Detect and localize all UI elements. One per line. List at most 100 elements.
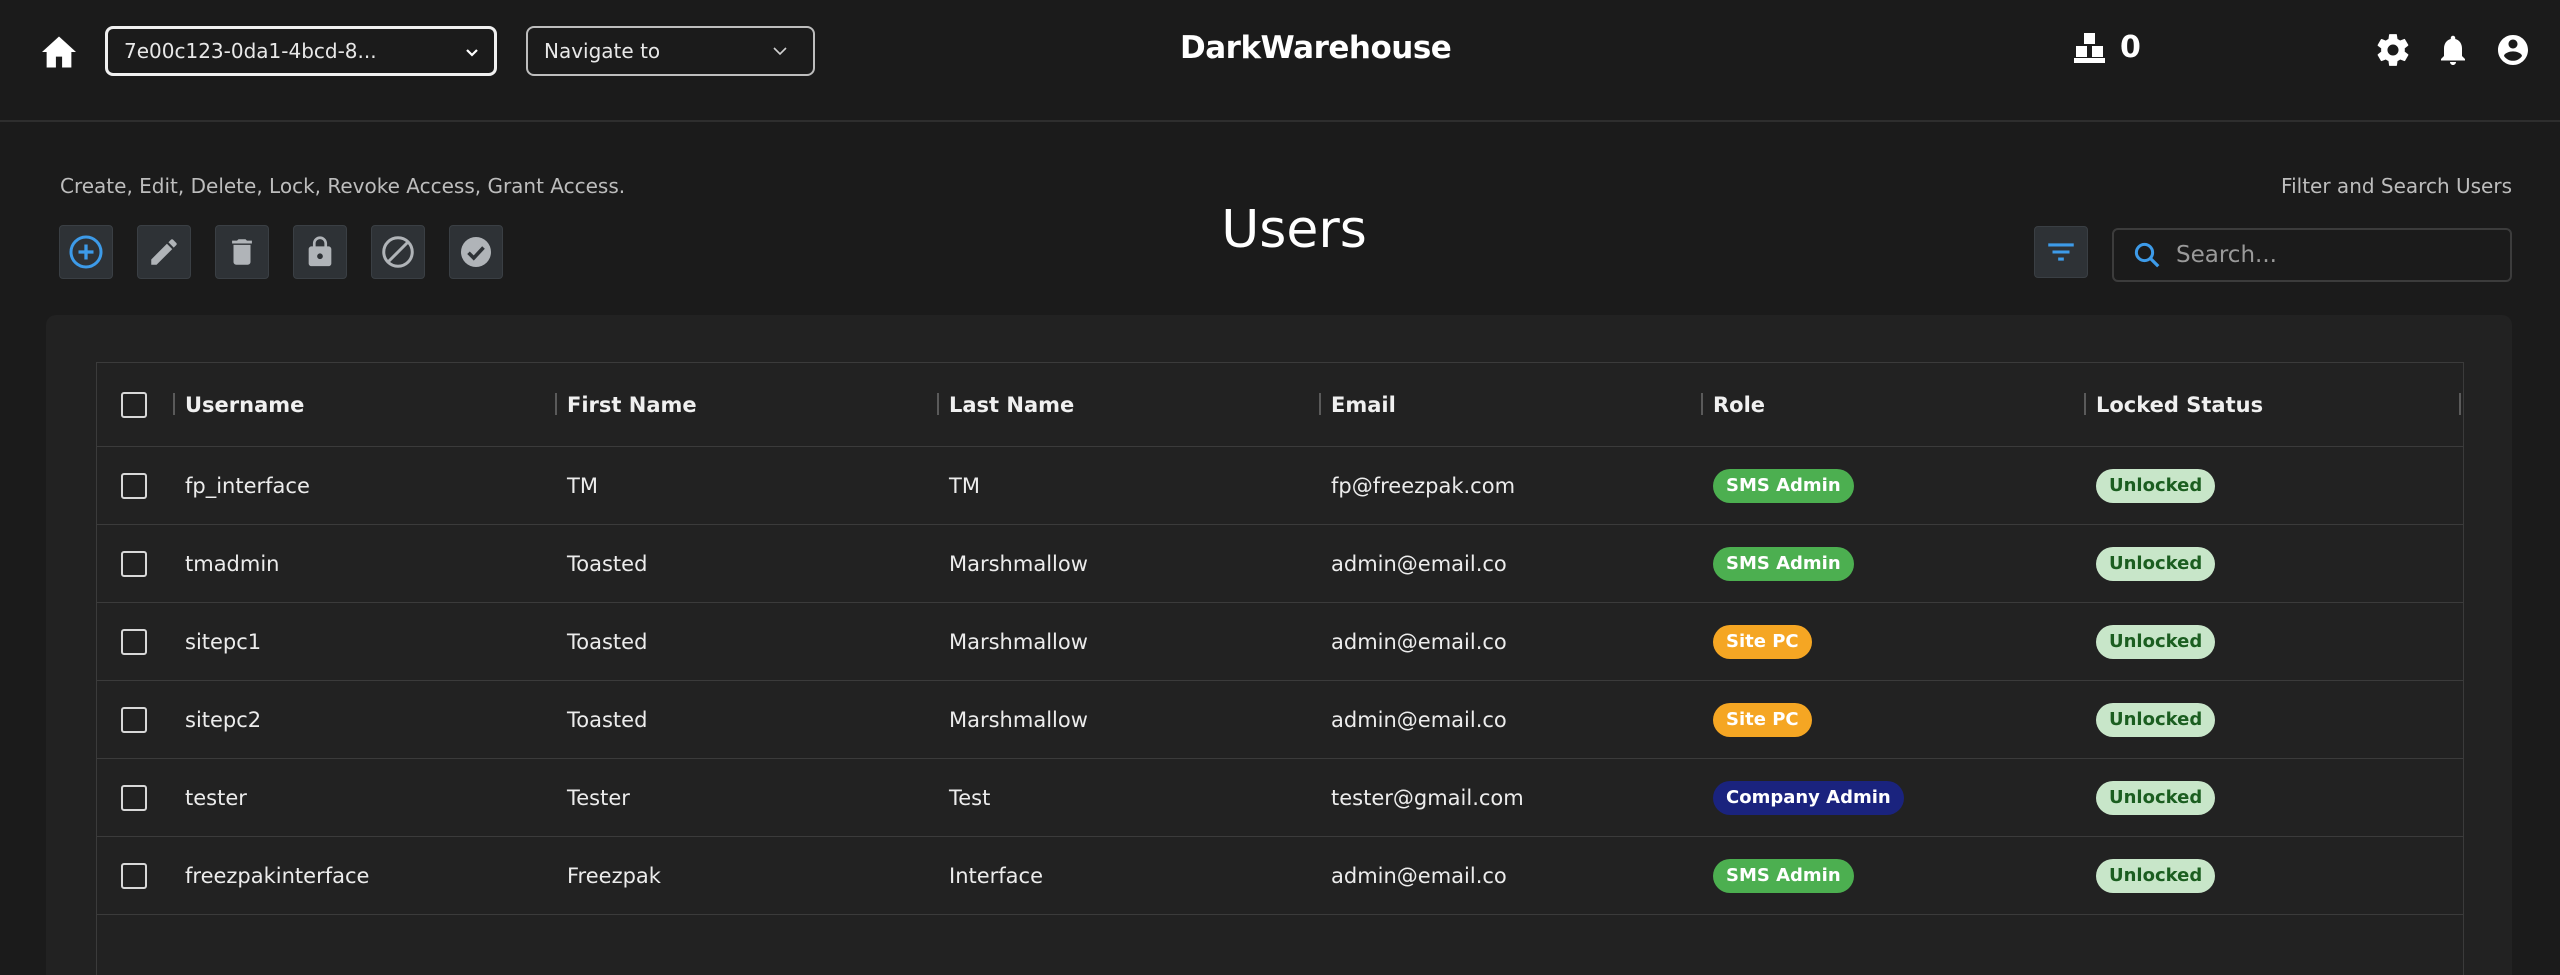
create-user-button[interactable] [59,225,113,279]
table-row[interactable]: sitepc2 Toasted Marshmallow admin@email.… [97,681,2463,759]
cell-first-name: Toasted [567,552,648,576]
column-header-username[interactable]: Username [173,363,304,447]
home-button[interactable] [38,34,80,70]
status-badge: Unlocked [2096,547,2216,581]
lock-icon [308,236,332,267]
cell-username: freezpakinterface [185,864,370,888]
role-badge: SMS Admin [1713,469,1854,503]
status-badge: Unlocked [2096,703,2216,737]
cell-role: Site PC [1713,603,1812,681]
cell-locked-status: Unlocked [2096,681,2216,759]
role-badge: Site PC [1713,625,1812,659]
cell-locked-status: Unlocked [2096,759,2216,837]
row-checkbox[interactable] [121,707,147,733]
cell-last-name: Interface [949,864,1044,888]
row-checkbox[interactable] [121,863,147,889]
cell-last-name: Marshmallow [949,630,1088,654]
cell-role: Company Admin [1713,759,1904,837]
account-button[interactable] [2493,30,2533,70]
cell-email: tester@gmail.com [1331,786,1524,810]
table-row[interactable]: fp_interface TM TM fp@freezpak.com SMS A… [97,447,2463,525]
notifications-button[interactable] [2433,30,2473,70]
search-box[interactable] [2112,228,2512,282]
warehouse-select[interactable]: 7e00c123-0da1-4bcd-8... [105,26,497,76]
bell-icon [2441,35,2465,65]
cell-username: fp_interface [185,474,310,498]
pallet-counter[interactable]: 0 [2072,30,2141,65]
column-header-email[interactable]: Email [1319,363,1396,447]
cell-email: admin@email.co [1331,864,1507,888]
cell-locked-status: Unlocked [2096,837,2216,915]
users-table: Username First Name Last Name Email Role… [96,362,2464,975]
cell-first-name: Toasted [567,708,648,732]
cell-first-name: Freezpak [567,864,661,888]
table-row[interactable]: sitepc1 Toasted Marshmallow admin@email.… [97,603,2463,681]
gear-icon [2377,34,2409,66]
cell-first-name: TM [567,474,598,498]
row-checkbox[interactable] [121,785,147,811]
top-bar: 7e00c123-0da1-4bcd-8... Navigate to Dark… [0,0,2560,122]
delete-user-button[interactable] [215,225,269,279]
select-all-checkbox[interactable] [121,392,147,418]
add-circle-icon [69,235,103,269]
cell-locked-status: Unlocked [2096,447,2216,525]
status-badge: Unlocked [2096,625,2216,659]
status-badge: Unlocked [2096,781,2216,815]
row-checkbox[interactable] [121,551,147,577]
page-title: Users [1221,200,1367,260]
filter-button[interactable] [2034,226,2088,278]
cell-last-name: Marshmallow [949,552,1088,576]
home-icon [42,36,76,68]
cell-username: tmadmin [185,552,280,576]
cell-email: fp@freezpak.com [1331,474,1516,498]
revoke-access-button[interactable] [371,225,425,279]
cell-role: SMS Admin [1713,837,1854,915]
role-badge: Site PC [1713,703,1812,737]
account-circle-icon [2498,35,2528,65]
pallet-icon [2074,32,2105,63]
column-separator [2459,393,2461,415]
column-header-role[interactable]: Role [1701,363,1765,447]
role-badge: SMS Admin [1713,547,1854,581]
cell-locked-status: Unlocked [2096,603,2216,681]
column-header-locked-status[interactable]: Locked Status [2084,363,2263,447]
cell-last-name: Test [949,786,991,810]
status-badge: Unlocked [2096,469,2216,503]
lock-user-button[interactable] [293,225,347,279]
settings-button[interactable] [2373,30,2413,70]
filter-list-icon [2048,243,2074,261]
cell-first-name: Toasted [567,630,648,654]
table-header: Username First Name Last Name Email Role… [97,363,2463,447]
pallet-count: 0 [2120,30,2141,65]
grant-access-button[interactable] [449,225,503,279]
cell-email: admin@email.co [1331,708,1507,732]
cell-username: tester [185,786,247,810]
cell-role: Site PC [1713,681,1812,759]
chevron-down-icon [773,47,787,56]
cell-username: sitepc1 [185,630,262,654]
table-row[interactable]: freezpakinterface Freezpak Interface adm… [97,837,2463,915]
row-checkbox[interactable] [121,629,147,655]
cell-role: SMS Admin [1713,447,1854,525]
search-icon [2134,242,2160,268]
edit-user-button[interactable] [137,225,191,279]
navigate-to-select[interactable]: Navigate to [526,26,815,76]
cell-email: admin@email.co [1331,630,1507,654]
cell-last-name: Marshmallow [949,708,1088,732]
cell-email: admin@email.co [1331,552,1507,576]
row-checkbox[interactable] [121,473,147,499]
warehouse-select-value: 7e00c123-0da1-4bcd-8... [124,39,377,63]
cell-last-name: TM [949,474,980,498]
navigate-to-placeholder: Navigate to [544,39,661,63]
block-icon [382,236,414,268]
table-row[interactable]: tmadmin Toasted Marshmallow admin@email.… [97,525,2463,603]
brand-title: DarkWarehouse [1180,30,1452,66]
column-header-last-name[interactable]: Last Name [937,363,1074,447]
cell-first-name: Tester [567,786,630,810]
table-row[interactable]: tester Tester Test tester@gmail.com Comp… [97,759,2463,837]
trash-icon [232,239,252,265]
search-input[interactable] [2176,242,2496,268]
actions-caption: Create, Edit, Delete, Lock, Revoke Acces… [60,174,626,198]
filter-caption: Filter and Search Users [2281,174,2512,198]
column-header-first-name[interactable]: First Name [555,363,697,447]
